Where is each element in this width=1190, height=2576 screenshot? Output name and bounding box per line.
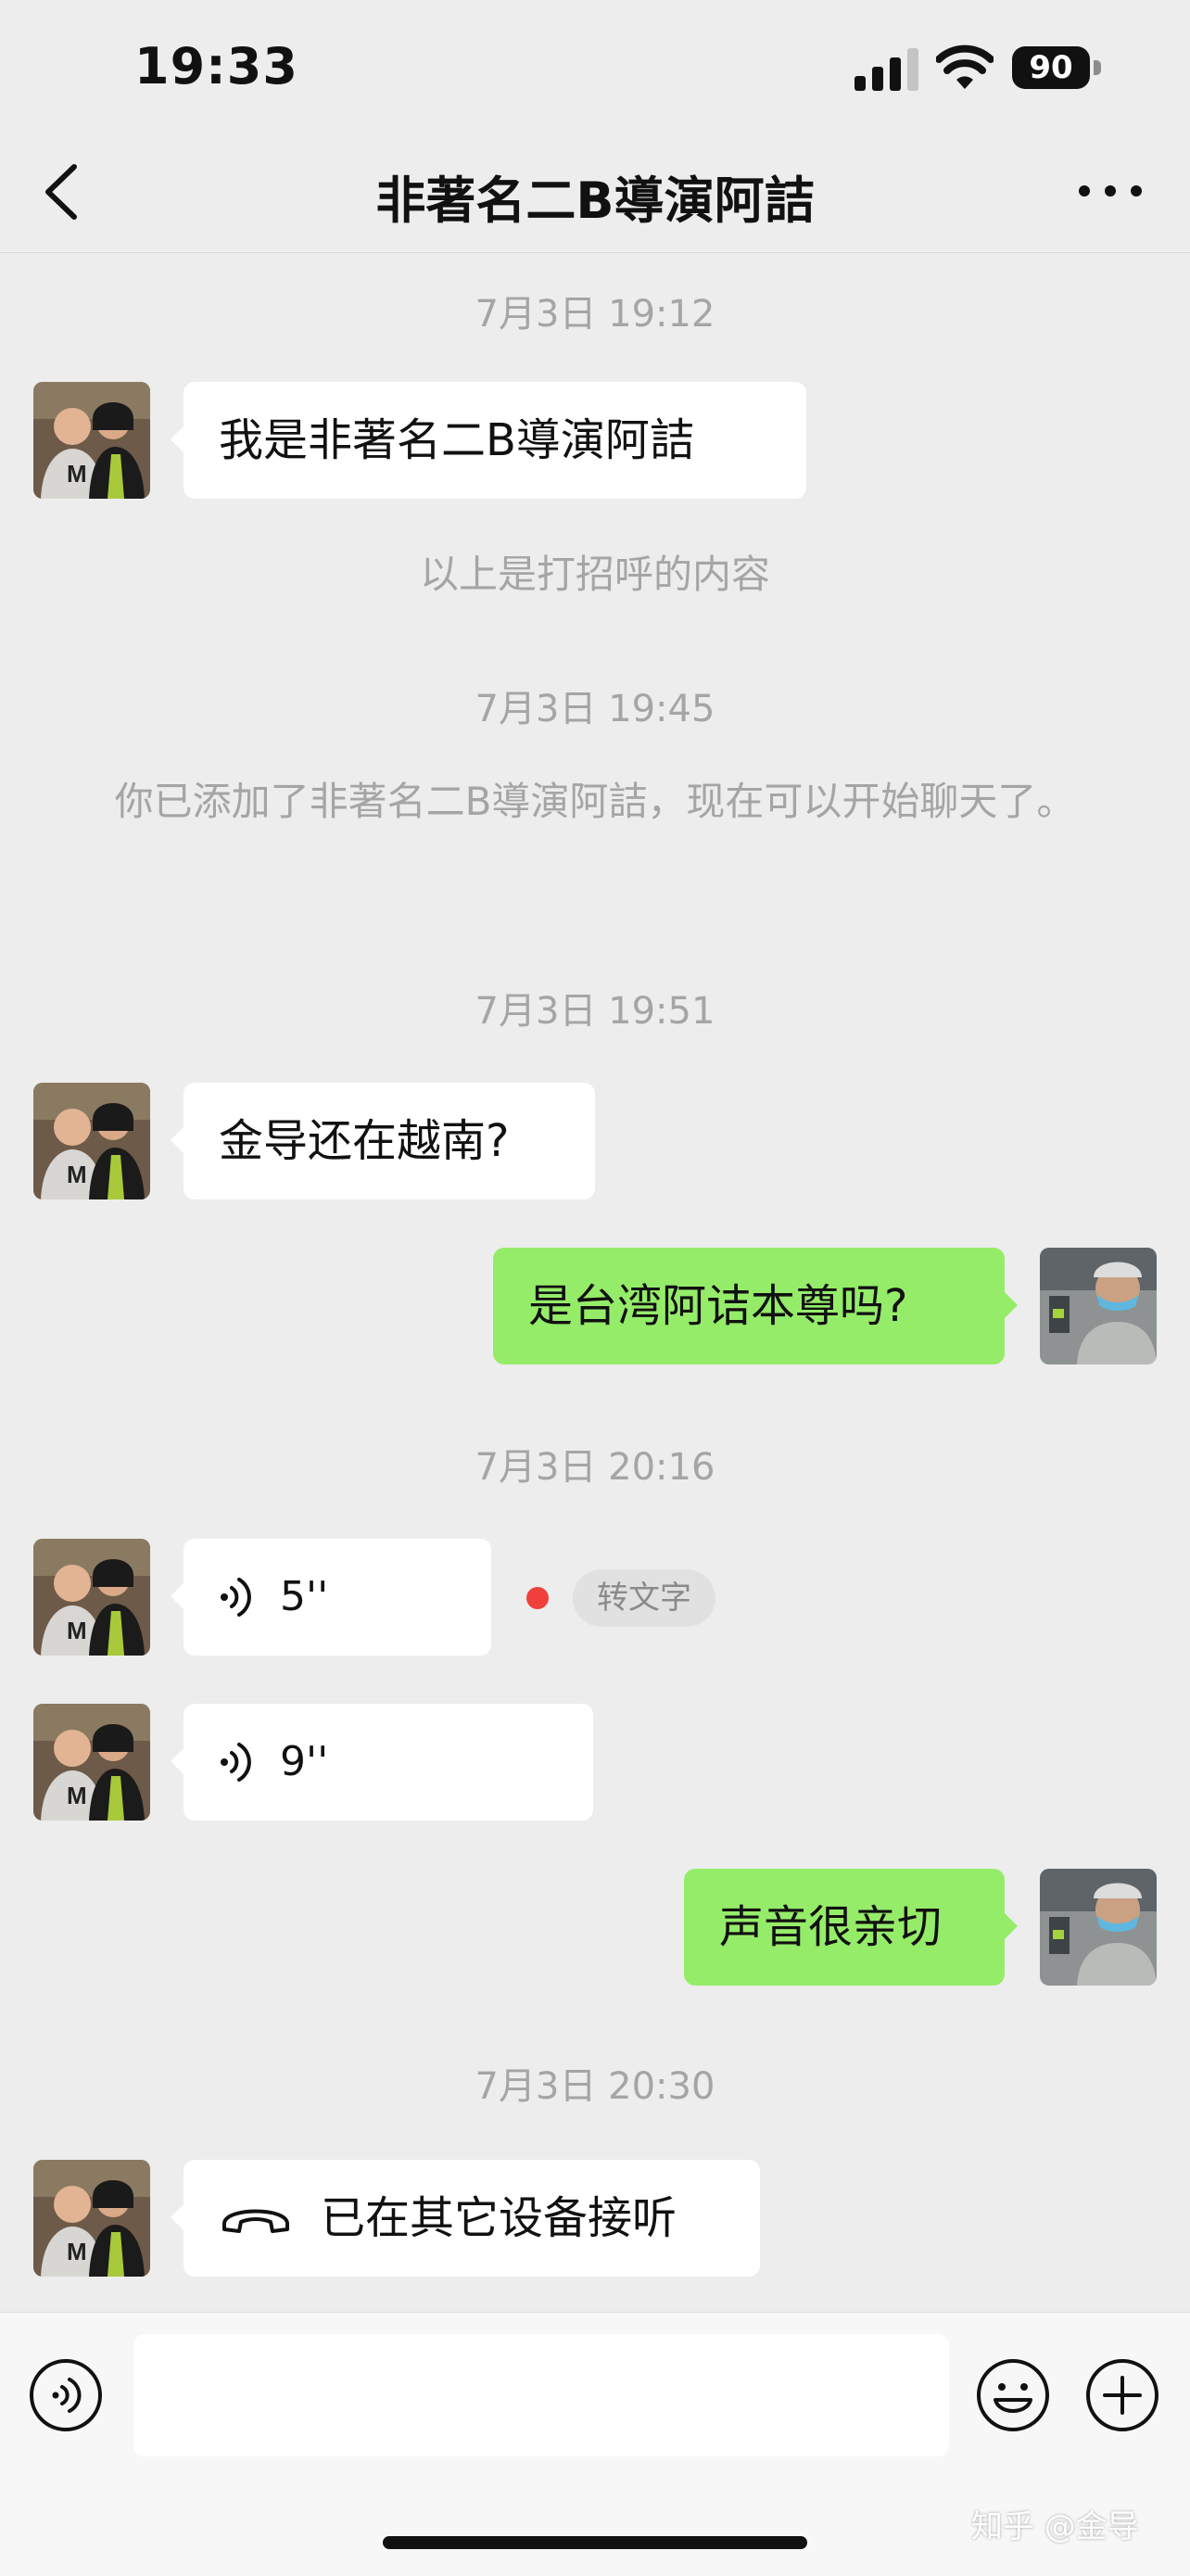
more-icon[interactable] bbox=[1073, 176, 1147, 206]
voice-wave-icon bbox=[221, 1743, 251, 1782]
plus-icon[interactable] bbox=[1084, 2357, 1160, 2433]
wifi-icon bbox=[936, 44, 994, 89]
call-message[interactable]: 已在其它设备接听 bbox=[171, 2160, 760, 2277]
message-input[interactable] bbox=[133, 2334, 949, 2456]
voice-message[interactable]: 9'' bbox=[171, 1704, 593, 1821]
voice-wave-icon bbox=[221, 1578, 251, 1617]
chat-title: 非著名二B導演阿詰 bbox=[375, 171, 815, 230]
avatar-contact[interactable] bbox=[33, 1704, 150, 1821]
avatar-self[interactable] bbox=[1040, 1248, 1157, 1364]
message-bubble-incoming[interactable]: 金导还在越南? bbox=[171, 1083, 595, 1199]
avatar-contact[interactable] bbox=[33, 1539, 150, 1656]
timestamp: 7月3日 20:16 bbox=[475, 1446, 715, 1489]
home-indicator bbox=[383, 2536, 807, 2549]
avatar-contact[interactable] bbox=[33, 1083, 150, 1199]
voice-duration: 5'' bbox=[280, 1573, 329, 1620]
signal-icon bbox=[855, 48, 918, 91]
avatar-contact[interactable] bbox=[33, 382, 150, 499]
message-bubble-incoming[interactable]: 我是非著名二B導演阿詰 bbox=[171, 382, 806, 499]
unread-dot bbox=[526, 1587, 549, 1609]
system-message: 以上是打招呼的内容 bbox=[419, 552, 770, 597]
call-text: 已在其它设备接听 bbox=[321, 2192, 677, 2244]
system-message-added: 你已添加了非著名二B導演阿詰，现在可以开始聊天了。 bbox=[114, 779, 1076, 824]
status-time: 19:33 bbox=[134, 37, 298, 95]
voice-message[interactable]: 5'' bbox=[171, 1539, 491, 1656]
convert-to-text-button[interactable]: 转文字 bbox=[573, 1569, 715, 1627]
emoji-icon[interactable] bbox=[975, 2357, 1051, 2433]
timestamp: 7月3日 19:51 bbox=[475, 990, 715, 1033]
battery-level: 90 bbox=[1012, 46, 1090, 89]
phone-hangup-icon bbox=[222, 2209, 289, 2233]
avatar-contact[interactable] bbox=[33, 2160, 150, 2277]
nav-divider bbox=[0, 252, 1190, 253]
voice-duration: 9'' bbox=[280, 1738, 329, 1785]
timestamp: 7月3日 19:12 bbox=[475, 293, 715, 336]
message-bubble-outgoing[interactable]: 是台湾阿诘本尊吗? bbox=[493, 1248, 1018, 1364]
timestamp: 7月3日 19:45 bbox=[475, 688, 715, 730]
voice-input-icon[interactable] bbox=[28, 2357, 104, 2433]
avatar-self[interactable] bbox=[1040, 1869, 1157, 1986]
message-bubble-outgoing[interactable]: 声音很亲切 bbox=[684, 1869, 1018, 1986]
timestamp: 7月3日 20:30 bbox=[475, 2065, 715, 2108]
watermark: 知乎 @金导 bbox=[971, 2508, 1139, 2545]
battery-icon: 90 bbox=[1012, 46, 1103, 89]
